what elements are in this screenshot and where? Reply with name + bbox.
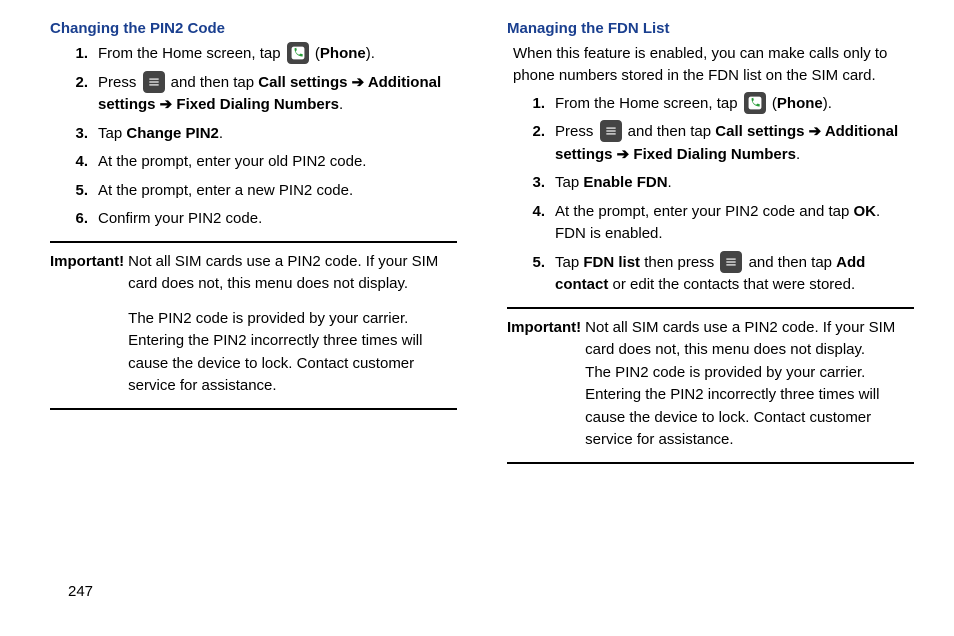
important-text-1: Not all SIM cards use a PIN2 code. If yo… (585, 317, 914, 362)
step-number: 1. (70, 43, 98, 66)
step-number: 1. (527, 93, 555, 116)
step-4: 4. At the prompt, enter your PIN2 code a… (527, 201, 914, 246)
step-number: 3. (70, 123, 98, 146)
divider (50, 241, 457, 243)
page-number: 247 (68, 583, 93, 600)
step-content: Tap Change PIN2. (98, 123, 457, 146)
step-number: 5. (70, 180, 98, 203)
step-content: From the Home screen, tap (Phone). (555, 93, 914, 116)
important-text-2: The PIN2 code is provided by your carrie… (585, 362, 914, 452)
menu-icon (600, 120, 622, 142)
step-2: 2. Press and then tap Call settings ➔ Ad… (527, 121, 914, 166)
step-number: 5. (527, 252, 555, 275)
step-content: From the Home screen, tap (Phone). (98, 43, 457, 66)
step-content: At the prompt, enter your old PIN2 code. (98, 151, 457, 174)
step-number: 6. (70, 208, 98, 231)
step-4: 4. At the prompt, enter your old PIN2 co… (70, 151, 457, 174)
step-1: 1. From the Home screen, tap (Phone). (527, 93, 914, 116)
important-body: Not all SIM cards use a PIN2 code. If yo… (128, 251, 457, 398)
important-label: Important! (507, 317, 581, 340)
step-content: Press and then tap Call settings ➔ Addit… (98, 72, 457, 117)
step-number: 3. (527, 172, 555, 195)
steps-list-left: 1. From the Home screen, tap (Phone). 2.… (70, 43, 457, 231)
important-note-left: Important! Not all SIM cards use a PIN2 … (50, 251, 457, 398)
step-2: 2. Press and then tap Call settings ➔ Ad… (70, 72, 457, 117)
step-3: 3. Tap Change PIN2. (70, 123, 457, 146)
step-number: 2. (527, 121, 555, 144)
step-content: Tap FDN list then press and then tap Add… (555, 252, 914, 297)
step-number: 4. (527, 201, 555, 224)
steps-list-right: 1. From the Home screen, tap (Phone). 2.… (527, 93, 914, 297)
step-5: 5. Tap FDN list then press and then tap … (527, 252, 914, 297)
intro-text: When this feature is enabled, you can ma… (513, 43, 914, 87)
step-content: Tap Enable FDN. (555, 172, 914, 195)
step-content: At the prompt, enter your PIN2 code and … (555, 201, 914, 246)
left-column: Changing the PIN2 Code 1. From the Home … (50, 20, 457, 472)
divider (507, 307, 914, 309)
menu-icon (143, 71, 165, 93)
divider (50, 408, 457, 410)
step-1: 1. From the Home screen, tap (Phone). (70, 43, 457, 66)
menu-icon (720, 251, 742, 273)
important-text-1: Not all SIM cards use a PIN2 code. If yo… (128, 251, 457, 296)
step-number: 4. (70, 151, 98, 174)
step-6: 6. Confirm your PIN2 code. (70, 208, 457, 231)
step-number: 2. (70, 72, 98, 95)
important-label: Important! (50, 251, 124, 274)
divider (507, 462, 914, 464)
important-body: Not all SIM cards use a PIN2 code. If yo… (585, 317, 914, 452)
right-column: Managing the FDN List When this feature … (507, 20, 914, 472)
important-text-2: The PIN2 code is provided by your carrie… (128, 308, 457, 398)
heading-pin2: Changing the PIN2 Code (50, 20, 457, 37)
step-5: 5. At the prompt, enter a new PIN2 code. (70, 180, 457, 203)
step-3: 3. Tap Enable FDN. (527, 172, 914, 195)
heading-fdn: Managing the FDN List (507, 20, 914, 37)
important-note-right: Important! Not all SIM cards use a PIN2 … (507, 317, 914, 452)
step-content: At the prompt, enter a new PIN2 code. (98, 180, 457, 203)
phone-icon (287, 42, 309, 64)
phone-icon (744, 92, 766, 114)
step-content: Confirm your PIN2 code. (98, 208, 457, 231)
step-content: Press and then tap Call settings ➔ Addit… (555, 121, 914, 166)
